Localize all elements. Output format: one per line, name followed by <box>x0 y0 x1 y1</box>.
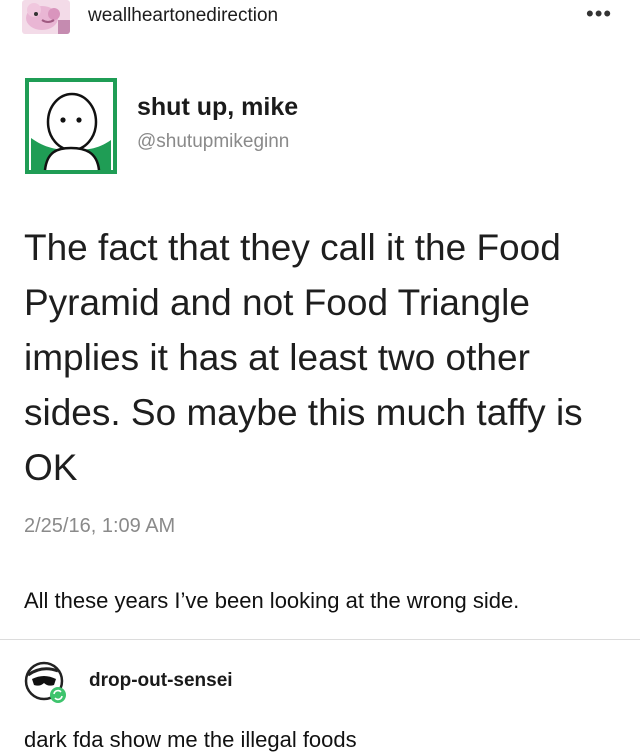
reblog-comment-text: dark fda show me the illegal foods <box>24 727 357 752</box>
post-header: weallheartonedirection ••• <box>0 0 640 36</box>
tweet-text: The fact that they call it the Food Pyra… <box>24 227 583 488</box>
tweet-timestamp[interactable]: 2/25/16, 1:09 AM <box>24 515 175 538</box>
divider <box>0 639 640 640</box>
tweet-handle[interactable]: @shutupmikeginn <box>137 131 289 153</box>
more-horizontal-icon[interactable]: ••• <box>586 1 612 27</box>
reblog-avatar[interactable] <box>24 661 68 705</box>
reblog-username[interactable]: drop-out-sensei <box>89 670 233 692</box>
poster-username[interactable]: weallheartonedirection <box>88 5 278 27</box>
poster-avatar[interactable] <box>22 0 70 34</box>
tweet-avatar[interactable] <box>25 78 117 174</box>
tweet-display-name[interactable]: shut up, mike <box>137 93 298 122</box>
cartoon-face-avatar-icon <box>25 78 117 174</box>
sunglasses-avatar-icon <box>24 661 66 703</box>
comment-text: All these years I’ve been looking at the… <box>24 588 520 613</box>
pink-pokemon-avatar-icon <box>22 0 70 34</box>
reblog-icon <box>50 687 66 703</box>
